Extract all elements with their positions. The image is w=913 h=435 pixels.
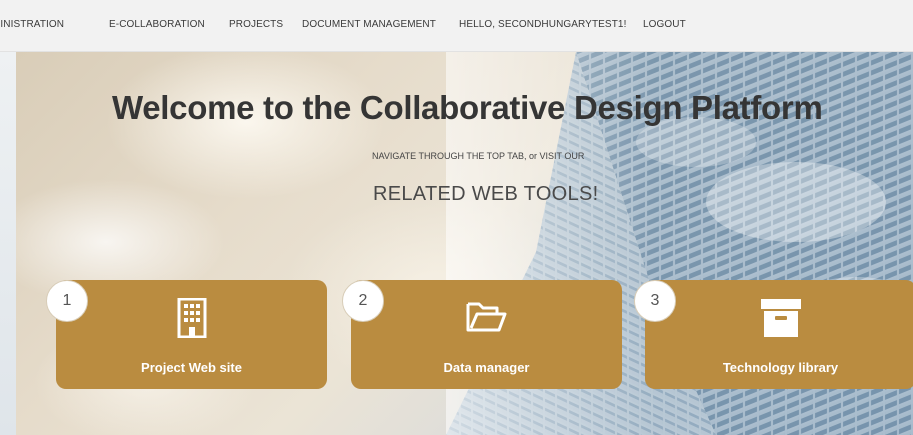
top-nav: MINISTRATION E-COLLABORATION PROJECTS DO… <box>0 0 913 52</box>
tile-technology-library[interactable]: Technology library <box>645 280 913 389</box>
tile-label: Data manager <box>443 360 530 375</box>
left-edge <box>0 52 16 435</box>
archive-box-icon <box>760 298 802 343</box>
page-subtitle: NAVIGATE THROUGH THE TOP TAB, or VISIT O… <box>372 151 585 161</box>
page-tagline: RELATED WEB TOOLS! <box>373 183 599 205</box>
nav-item-e-collaboration[interactable]: E-COLLABORATION <box>109 19 205 30</box>
tile-number-badge: 1 <box>46 280 88 322</box>
nav-item-logout[interactable]: LOGOUT <box>643 19 686 30</box>
tile-label: Project Web site <box>141 360 242 375</box>
nav-item-projects[interactable]: PROJECTS <box>229 19 283 30</box>
nav-item-administration[interactable]: MINISTRATION <box>0 19 64 30</box>
tile-label: Technology library <box>722 360 839 375</box>
tile-data-manager[interactable]: Data manager <box>351 280 622 389</box>
nav-item-document-management[interactable]: DOCUMENT MANAGEMENT <box>302 19 436 30</box>
nav-item-user-greeting[interactable]: HELLO, SECONDHUNGARYTEST1! <box>459 19 626 30</box>
tile-project-web-site[interactable]: Project Web site <box>56 280 327 389</box>
page-title: Welcome to the Collaborative Design Plat… <box>112 89 823 126</box>
building-icon <box>177 297 207 343</box>
tile-number-badge: 2 <box>342 280 384 322</box>
tile-number-badge: 3 <box>634 280 676 322</box>
hero-banner: Welcome to the Collaborative Design Plat… <box>16 52 913 435</box>
folder-open-icon <box>465 298 509 341</box>
